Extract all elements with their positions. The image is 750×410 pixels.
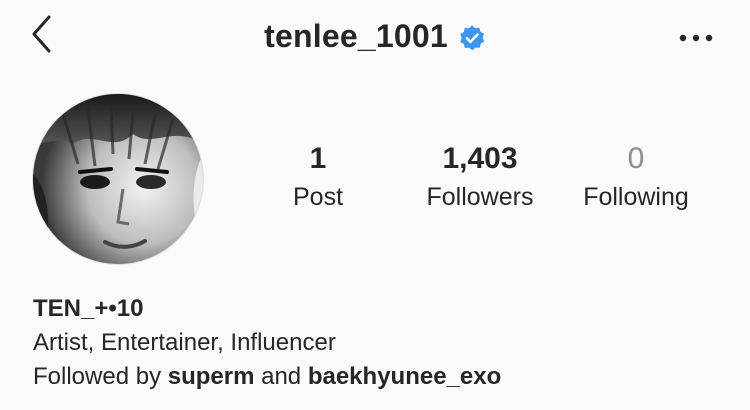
- followed-by-prefix: Followed by: [33, 363, 162, 390]
- posts-count-label: Post: [292, 183, 344, 211]
- display-name: TEN_+•10: [33, 295, 144, 322]
- profile-stats: 1 Post 1,403 Followers 0 Following: [260, 142, 720, 222]
- more-horizontal-icon: [679, 34, 713, 42]
- followers-count[interactable]: 1,403 Followers: [406, 142, 554, 214]
- followed-by-user-link[interactable]: superm: [168, 363, 255, 390]
- followed-by-user-link[interactable]: baekhyunee_exo: [308, 363, 501, 390]
- profile-photo: [33, 94, 203, 264]
- followers-count-label: Followers: [426, 183, 534, 211]
- posts-count-value: 1: [309, 142, 327, 175]
- following-count-value: 0: [627, 142, 645, 175]
- following-count[interactable]: 0 Following: [566, 142, 706, 214]
- profile-bio: TEN_+•10 Artist, Entertainer, Influencer…: [33, 292, 733, 394]
- following-count-label: Following: [583, 183, 689, 211]
- profile-header: tenlee_1001: [0, 0, 750, 78]
- posts-count[interactable]: 1 Post: [260, 142, 376, 214]
- followed-by-line[interactable]: Followed by superm and baekhyunee_exo: [33, 360, 733, 394]
- more-options-button[interactable]: [676, 26, 716, 50]
- verified-badge-icon: [458, 24, 486, 52]
- followers-count-value: 1,403: [442, 142, 518, 175]
- username-title: tenlee_1001: [264, 18, 448, 54]
- avatar[interactable]: [33, 94, 203, 264]
- profile-category: Artist, Entertainer, Influencer: [33, 329, 336, 356]
- header-title: tenlee_1001: [0, 18, 750, 55]
- followed-by-joiner: and: [261, 363, 302, 390]
